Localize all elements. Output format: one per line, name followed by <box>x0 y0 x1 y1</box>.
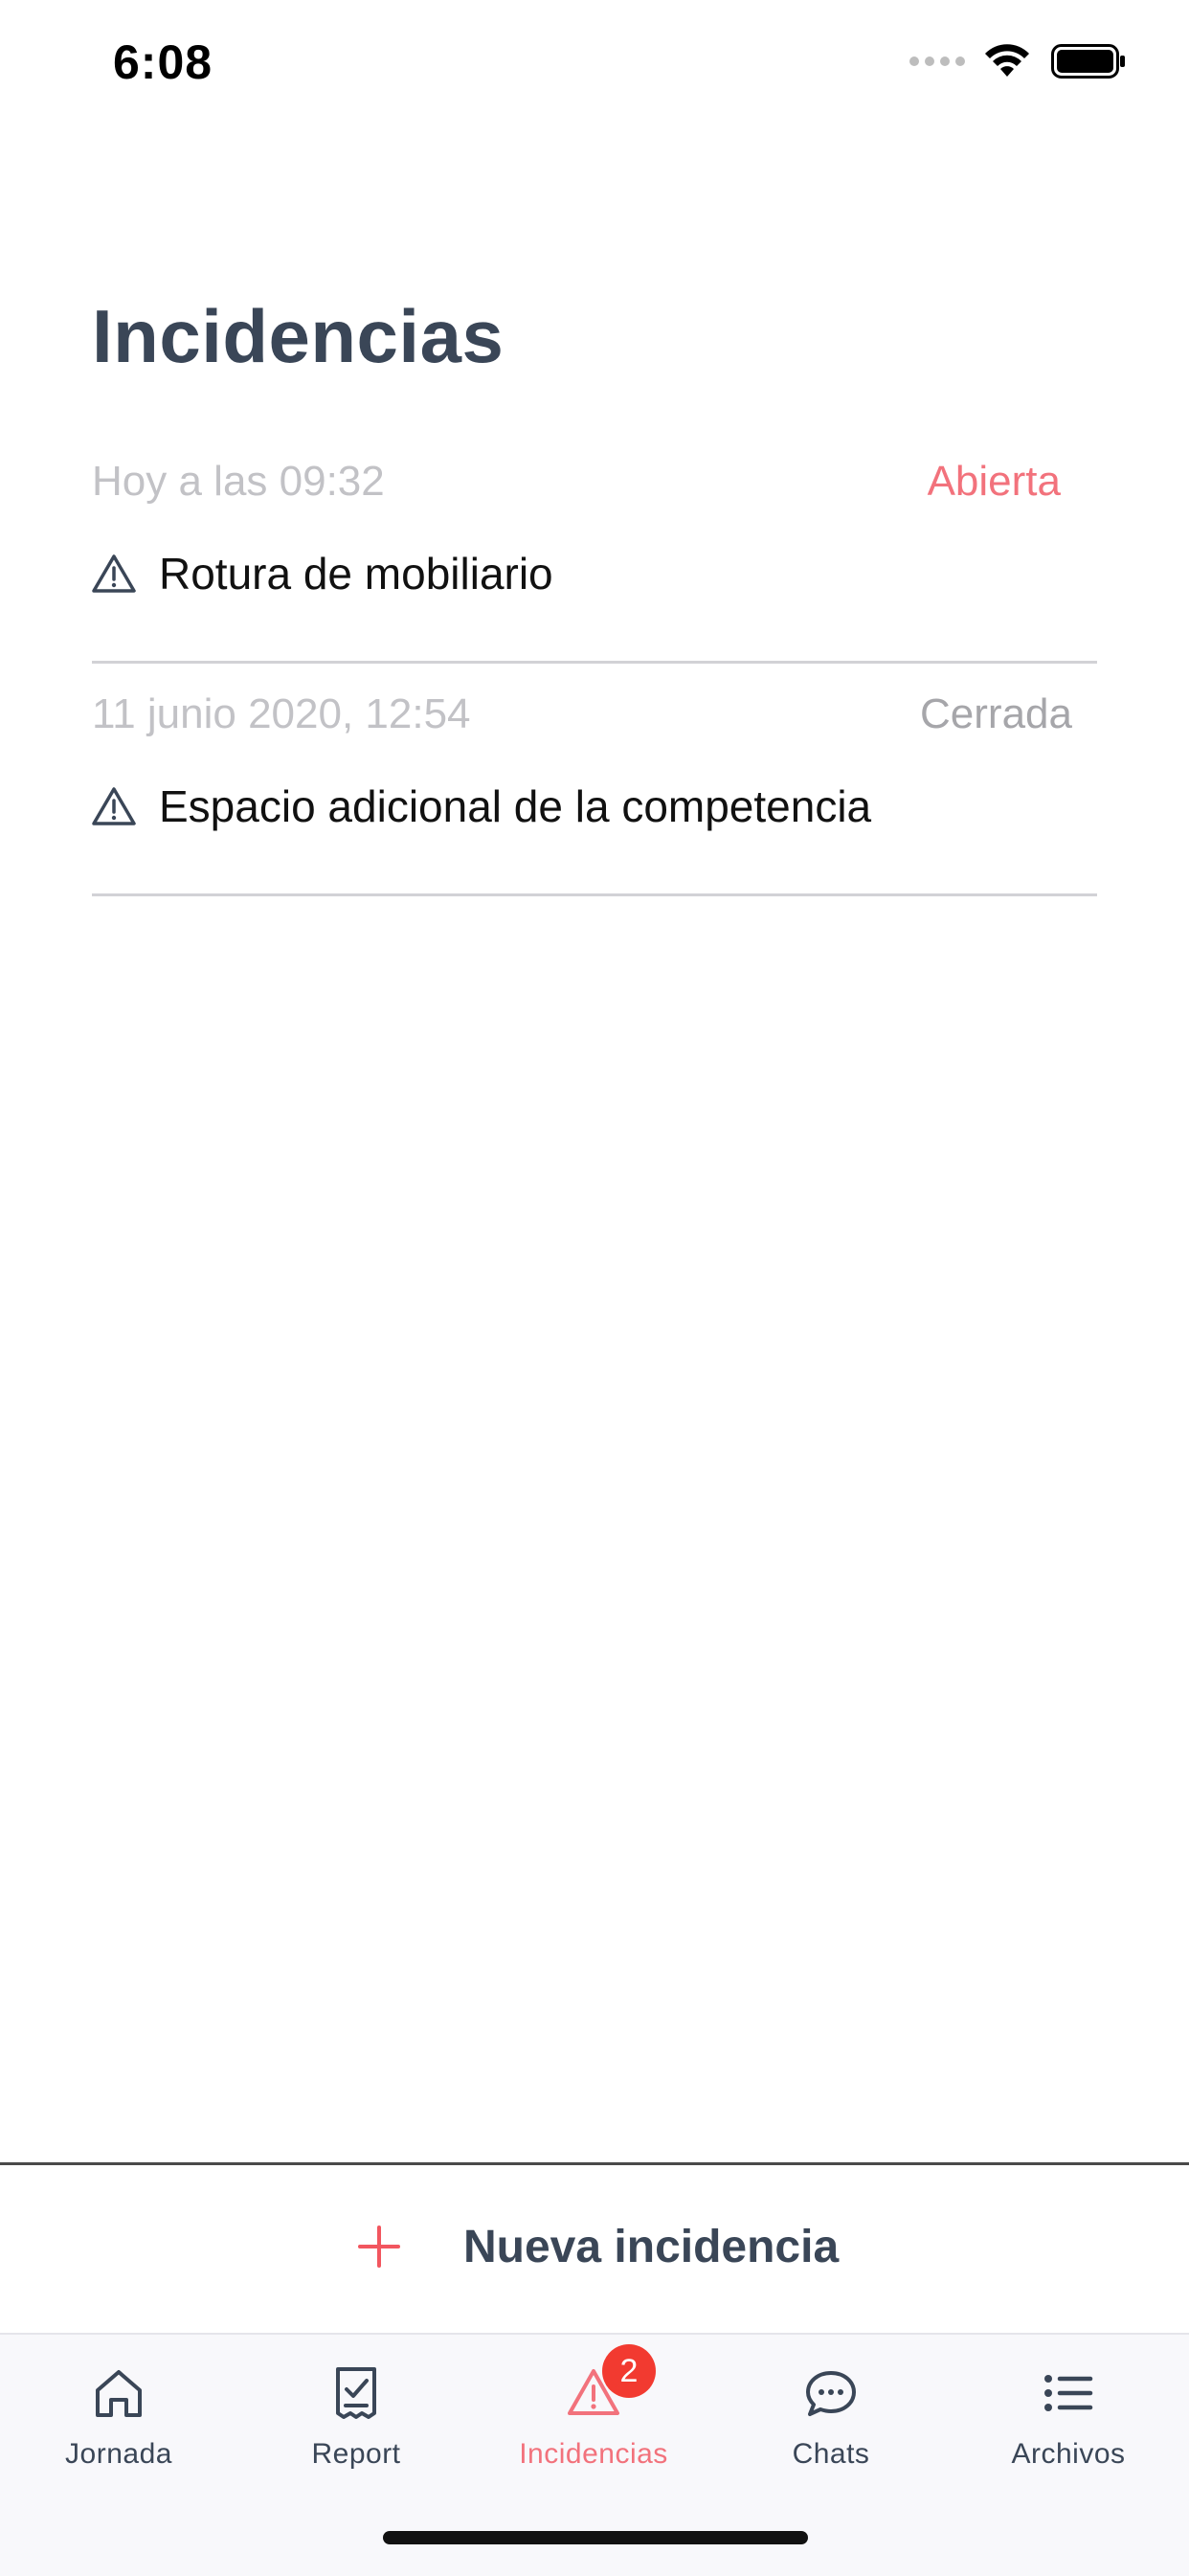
wifi-icon <box>985 44 1029 77</box>
tab-label: Chats <box>792 2438 870 2470</box>
chat-icon <box>806 2371 856 2416</box>
plus-icon <box>358 2226 400 2268</box>
notification-badge: 2 <box>602 2344 656 2398</box>
new-incident-button[interactable]: Nueva incidencia <box>356 2203 839 2290</box>
tab-label: Report <box>311 2438 401 2470</box>
new-incident-bar: Nueva incidencia <box>0 2162 1189 2336</box>
incident-date: Hoy a las 09:32 <box>92 458 385 505</box>
new-incident-label: Nueva incidencia <box>463 2221 840 2272</box>
incident-status: Abierta <box>927 458 1061 505</box>
tab-incidencias[interactable]: 2 Incidencias <box>498 2344 689 2507</box>
home-indicator[interactable] <box>383 2531 808 2544</box>
tab-label: Incidencias <box>519 2438 668 2470</box>
incident-title: Espacio adicional de la competencia <box>159 781 872 831</box>
tab-jornada[interactable]: Jornada <box>23 2363 214 2507</box>
tab-label: Archivos <box>1011 2438 1126 2470</box>
status-time: 6:08 <box>113 35 213 89</box>
warning-icon <box>92 554 136 593</box>
incident-date: 11 junio 2020, 12:54 <box>92 690 471 737</box>
warning-icon <box>92 787 136 825</box>
tab-report[interactable]: Report <box>260 2363 452 2507</box>
cellular-signal-icon <box>909 56 965 66</box>
status-bar: 6:08 <box>0 0 1189 126</box>
tab-chats[interactable]: Chats <box>735 2363 927 2507</box>
incident-title: Rotura de mobiliario <box>159 549 553 599</box>
tab-label: Jornada <box>65 2438 172 2470</box>
incident-list: Hoy a las 09:32 Abierta Rotura de mobili… <box>92 431 1097 896</box>
incident-status: Cerrada <box>920 690 1072 737</box>
list-icon <box>1044 2375 1093 2411</box>
page-title: Incidencias <box>92 294 505 378</box>
tab-archivos[interactable]: Archivos <box>973 2363 1164 2507</box>
report-icon <box>336 2367 376 2419</box>
home-icon <box>96 2370 142 2417</box>
incident-row[interactable]: 11 junio 2020, 12:54 Cerrada Espacio adi… <box>92 664 1097 896</box>
incident-row[interactable]: Hoy a las 09:32 Abierta Rotura de mobili… <box>92 431 1097 664</box>
status-icons <box>909 44 1126 79</box>
battery-icon <box>1051 44 1125 79</box>
